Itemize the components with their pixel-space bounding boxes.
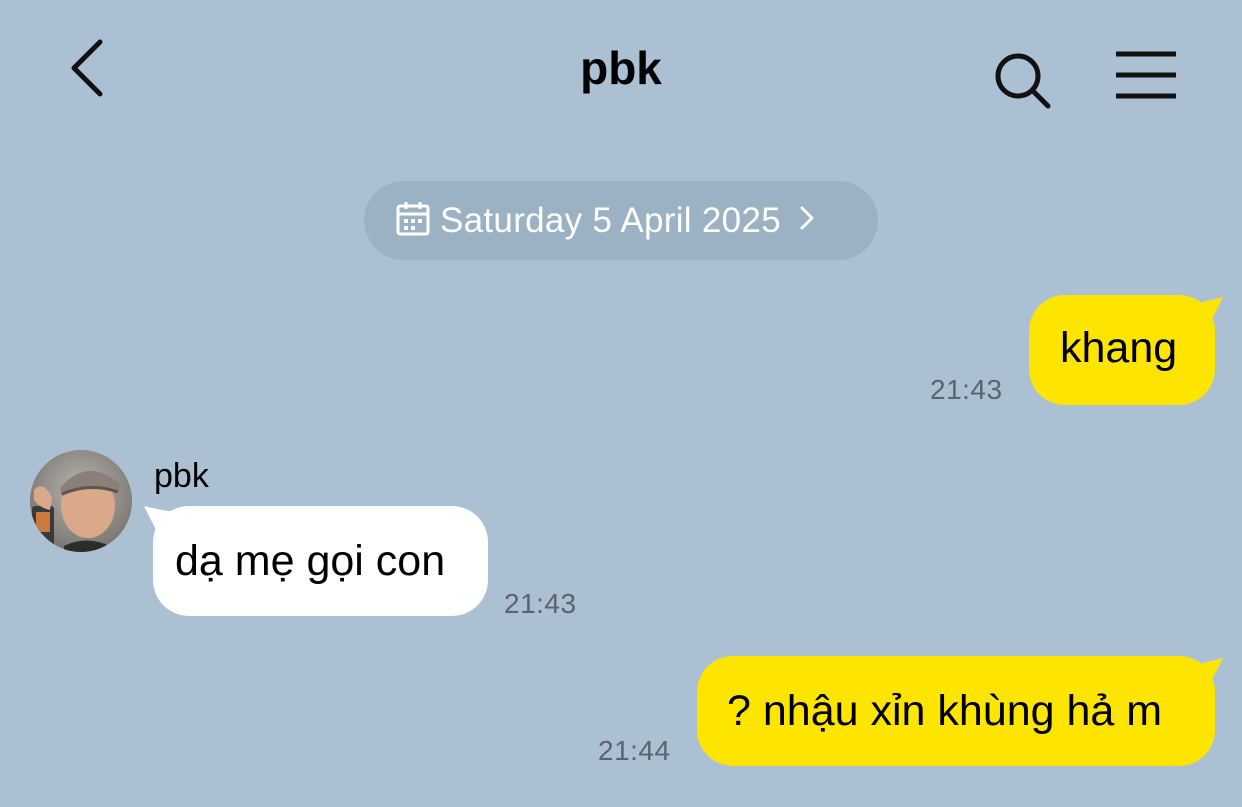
outgoing-message[interactable]: ? nhậu xỉn khùng hả m bbox=[697, 656, 1215, 766]
avatar[interactable] bbox=[30, 450, 132, 552]
message-timestamp: 21:43 bbox=[504, 588, 577, 619]
hamburger-menu-icon bbox=[1116, 51, 1176, 99]
chat-title: pbk bbox=[580, 42, 662, 94]
outgoing-message[interactable]: khang bbox=[1029, 295, 1215, 405]
search-icon bbox=[995, 53, 1051, 109]
search-button[interactable] bbox=[990, 48, 1054, 112]
date-divider[interactable]: Saturday 5 April 2025 bbox=[364, 181, 878, 260]
menu-button[interactable] bbox=[1112, 48, 1180, 104]
sender-name: pbk bbox=[154, 457, 209, 495]
message-text: dạ mẹ gọi con bbox=[175, 537, 446, 585]
profile-photo bbox=[30, 450, 132, 552]
message-text: khang bbox=[1060, 324, 1178, 372]
message-text: ? nhậu xỉn khùng hả m bbox=[727, 687, 1163, 735]
date-label: Saturday 5 April 2025 bbox=[440, 200, 781, 240]
incoming-message[interactable]: dạ mẹ gọi con bbox=[153, 506, 488, 616]
calendar-icon bbox=[396, 201, 430, 235]
chevron-right-icon bbox=[800, 206, 814, 229]
message-timestamp: 21:44 bbox=[598, 735, 671, 766]
chat-header: pbk bbox=[0, 0, 1242, 140]
message-timestamp: 21:43 bbox=[930, 374, 1003, 405]
